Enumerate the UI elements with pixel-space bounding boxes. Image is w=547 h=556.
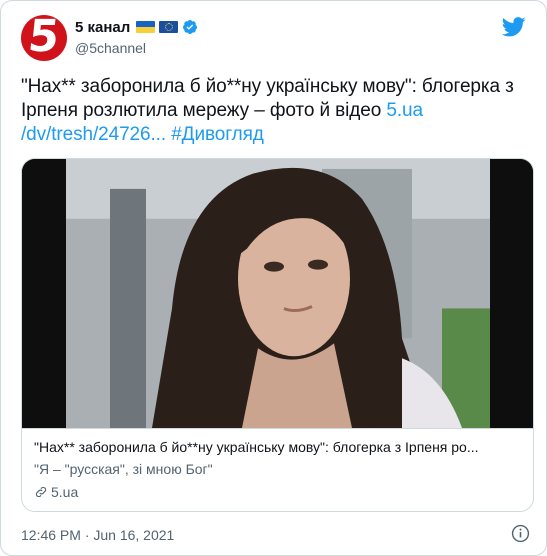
author-handle[interactable]: @5channel bbox=[75, 40, 146, 56]
author-name-row: 5 канал bbox=[75, 17, 198, 37]
link-preview-card[interactable]: "Нах** заборонила б йо**ну українську мо… bbox=[21, 158, 534, 512]
author-name[interactable]: 5 канал bbox=[75, 19, 130, 36]
avatar[interactable]: 5 bbox=[21, 15, 67, 61]
ukraine-flag-icon bbox=[136, 21, 156, 33]
card-title: "Нах** заборонила б йо**ну українську мо… bbox=[34, 439, 479, 455]
tweet-card: 5 5 канал @5channel "Нах** заборонила б … bbox=[0, 0, 547, 556]
card-domain: 5.ua bbox=[51, 484, 79, 500]
tweet-timestamp[interactable]: 12:46 PM · Jun 16, 2021 bbox=[21, 527, 174, 543]
info-icon[interactable] bbox=[511, 524, 530, 543]
tweet-text: "Нах** заборонила б йо**ну українську мо… bbox=[21, 75, 531, 147]
twitter-bird-icon[interactable] bbox=[502, 17, 526, 37]
tweet-body: "Нах** заборонила б йо**ну українську мо… bbox=[21, 76, 514, 121]
card-description: "Я – "русская", зі мною Бог" bbox=[34, 461, 213, 477]
verified-badge-icon bbox=[183, 20, 198, 34]
link-icon bbox=[35, 486, 47, 498]
card-body: "Нах** заборонила б йо**ну українську мо… bbox=[34, 438, 522, 501]
eu-flag-icon bbox=[159, 21, 179, 33]
card-domain-row: 5.ua bbox=[34, 483, 522, 501]
avatar-logo-text: 5 bbox=[25, 15, 62, 61]
tweet-hashtag[interactable]: #Дивогляд bbox=[171, 124, 264, 145]
card-preview-image bbox=[22, 159, 533, 429]
